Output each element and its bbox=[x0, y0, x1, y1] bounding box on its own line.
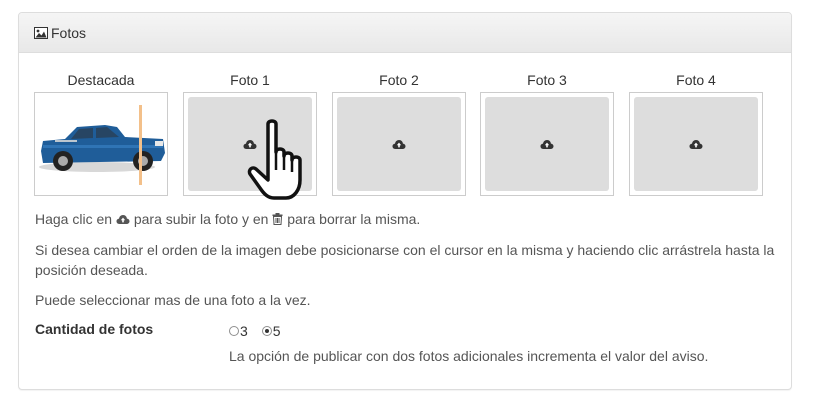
cloud-upload-icon[interactable] bbox=[392, 139, 406, 150]
photo-label-2: Foto 2 bbox=[379, 72, 419, 88]
photo-label-1: Foto 1 bbox=[230, 72, 270, 88]
help-multiselect: Puede seleccionar mas de una foto a la v… bbox=[35, 292, 311, 308]
quantity-radio-5[interactable] bbox=[261, 326, 272, 336]
quantity-option-label: 3 bbox=[240, 323, 248, 339]
photos-panel: Fotos Destacada Foto 1 Foto 2 Foto 3 Fot… bbox=[18, 12, 792, 390]
photo-label-3: Foto 3 bbox=[527, 72, 567, 88]
quantity-radio-3[interactable] bbox=[229, 326, 239, 336]
hand-pointer-icon bbox=[247, 119, 302, 200]
quantity-note: La opción de publicar con dos fotos adic… bbox=[229, 348, 709, 364]
panel-heading: Fotos bbox=[19, 13, 791, 53]
cloud-upload-icon[interactable] bbox=[689, 139, 703, 150]
image-icon bbox=[34, 26, 48, 39]
photo-placeholder bbox=[337, 97, 461, 191]
photo-placeholder bbox=[634, 97, 758, 191]
help-text: para borrar la misma. bbox=[287, 211, 421, 227]
photo-slot-3[interactable] bbox=[480, 92, 614, 196]
photo-slot-2[interactable] bbox=[332, 92, 466, 196]
photo-slot-4[interactable] bbox=[629, 92, 763, 196]
help-upload-delete: Haga clic en para subir la foto y en par… bbox=[35, 209, 785, 229]
help-text: Haga clic en bbox=[35, 211, 113, 227]
photo-placeholder bbox=[485, 97, 609, 191]
quantity-option-label: 5 bbox=[272, 323, 281, 339]
quantity-label: Cantidad de fotos bbox=[35, 321, 154, 337]
cloud-upload-icon[interactable] bbox=[540, 139, 554, 150]
cloud-upload-icon bbox=[116, 215, 130, 224]
photo-label-destacada: Destacada bbox=[67, 72, 135, 88]
panel-title: Fotos bbox=[51, 24, 87, 41]
photo-label-4: Foto 4 bbox=[676, 72, 716, 88]
quantity-radio-group: 3 5 bbox=[229, 323, 295, 339]
photo-slot-destacada[interactable] bbox=[34, 92, 168, 196]
help-reorder: Si desea cambiar el orden de la imagen d… bbox=[35, 242, 775, 278]
help-text: para subir la foto y en bbox=[133, 211, 269, 227]
truck-photo bbox=[35, 93, 167, 195]
trash-icon bbox=[272, 213, 283, 225]
